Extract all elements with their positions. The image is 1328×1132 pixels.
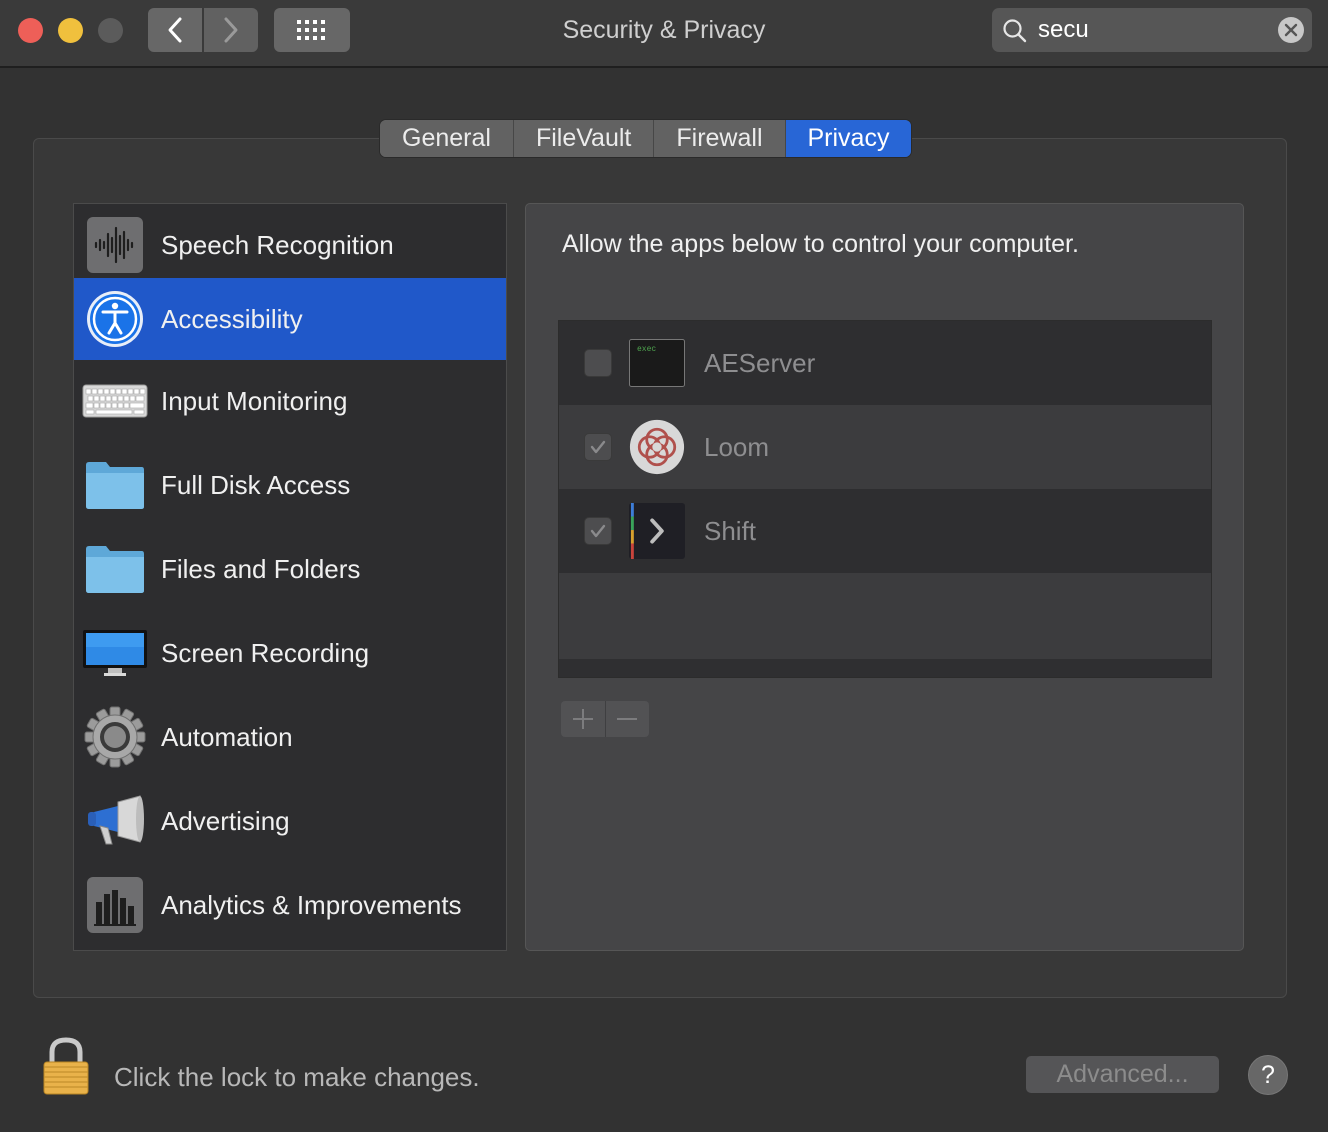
category-files-and-folders[interactable]: Files and Folders (74, 528, 506, 610)
remove-app-button[interactable] (604, 701, 650, 737)
category-advertising[interactable]: Advertising (74, 780, 506, 862)
checkmark-icon (590, 440, 606, 454)
category-label: Files and Folders (161, 553, 361, 584)
app-row-shift[interactable]: Shift (559, 489, 1211, 573)
category-full-disk-access[interactable]: Full Disk Access (74, 444, 506, 526)
category-screen-recording[interactable]: Screen Recording (74, 612, 506, 694)
category-label: Analytics & Improvements (161, 889, 462, 920)
lock-button[interactable] (38, 1036, 94, 1103)
add-app-button[interactable] (561, 701, 605, 737)
panel-description: Allow the apps below to control your com… (562, 230, 1079, 258)
display-icon (82, 620, 148, 686)
category-label: Automation (161, 721, 293, 752)
minus-icon (617, 718, 638, 720)
waveform-icon (82, 212, 148, 278)
category-label: Full Disk Access (161, 469, 351, 500)
search-input[interactable]: secu (1038, 16, 1089, 44)
search-icon (1003, 19, 1027, 43)
keyboard-icon (82, 368, 148, 434)
app-name: AEServer (704, 347, 816, 378)
category-label: Advertising (161, 805, 290, 836)
checkmark-icon (590, 524, 606, 538)
category-input-monitoring[interactable]: Input Monitoring (74, 360, 506, 442)
bar-chart-icon (82, 872, 148, 938)
exec-label: exec (637, 345, 656, 354)
tab-filevault[interactable]: FileVault (513, 120, 655, 157)
tab-general[interactable]: General (380, 120, 514, 157)
terminal-exec-icon: exec (629, 335, 685, 391)
advanced-button[interactable]: Advanced... (1026, 1056, 1219, 1093)
app-checkbox[interactable] (584, 433, 612, 461)
accessibility-icon (82, 286, 148, 352)
app-checkbox[interactable] (584, 349, 612, 377)
list-footer (559, 659, 1211, 677)
category-analytics[interactable]: Analytics & Improvements (74, 864, 506, 946)
tab-bar: General FileVault Firewall Privacy (380, 120, 912, 157)
category-label: Screen Recording (161, 637, 370, 668)
gear-icon (82, 704, 148, 770)
title-bar: Security & Privacy secu (0, 0, 1328, 68)
app-name: Loom (704, 431, 770, 462)
privacy-category-list[interactable]: Speech Recognition Accessibility Input M… (73, 203, 507, 951)
category-label: Accessibility (161, 303, 303, 334)
loom-icon (629, 419, 685, 475)
search-field[interactable]: secu (992, 8, 1312, 52)
close-icon (1284, 23, 1298, 37)
app-row-loom[interactable]: Loom (559, 405, 1211, 489)
tab-privacy[interactable]: Privacy (785, 120, 912, 157)
category-automation[interactable]: Automation (74, 696, 506, 778)
app-list[interactable]: exec AEServer Loom Shift (558, 320, 1212, 678)
category-speech-recognition[interactable]: Speech Recognition (74, 204, 506, 286)
help-button[interactable]: ? (1248, 1055, 1288, 1095)
category-label: Speech Recognition (161, 229, 394, 260)
shift-icon (629, 503, 685, 559)
folder-icon (82, 452, 148, 518)
plus-icon (572, 709, 593, 729)
add-remove-control (561, 701, 649, 737)
accessibility-panel: Allow the apps below to control your com… (525, 203, 1244, 951)
app-name: Shift (704, 515, 757, 546)
lock-message: Click the lock to make changes. (114, 1062, 480, 1092)
clear-search-button[interactable] (1278, 17, 1304, 43)
category-accessibility[interactable]: Accessibility (74, 278, 506, 360)
lock-icon (43, 1037, 89, 1095)
category-label: Input Monitoring (161, 385, 348, 416)
app-checkbox[interactable] (584, 517, 612, 545)
megaphone-icon (82, 788, 148, 854)
app-row-aeserver[interactable]: exec AEServer (559, 321, 1211, 405)
folder-icon (82, 536, 148, 602)
tab-firewall[interactable]: Firewall (654, 120, 786, 157)
